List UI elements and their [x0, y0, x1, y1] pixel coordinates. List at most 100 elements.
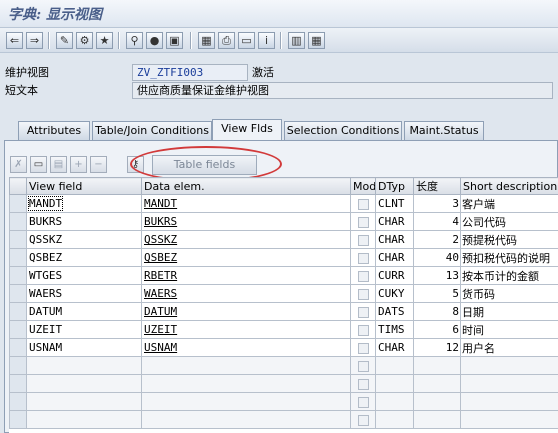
data-elem-cell[interactable]: [141, 356, 351, 375]
data-elem-cell[interactable]: [141, 392, 351, 411]
table-contents-icon[interactable]: ▦: [308, 32, 325, 49]
mod-checkbox-cell[interactable]: [350, 302, 376, 321]
tab-table-join-conditions[interactable]: Table/Join Conditions: [92, 121, 212, 140]
data-elem-cell[interactable]: QSBEZ: [141, 248, 351, 267]
activate-icon[interactable]: ★: [96, 32, 113, 49]
print-icon[interactable]: ⎙: [218, 32, 235, 49]
data-elem-cell[interactable]: [141, 374, 351, 393]
tab-attributes[interactable]: Attributes: [18, 121, 90, 140]
where-used-icon[interactable]: ⚲: [126, 32, 143, 49]
technical-settings-icon[interactable]: ▥: [288, 32, 305, 49]
data-elem-cell[interactable]: [141, 410, 351, 429]
col-header-data-elem[interactable]: Data elem.: [141, 177, 351, 195]
row-selector[interactable]: [9, 248, 27, 267]
data-elem-cell[interactable]: QSSKZ: [141, 230, 351, 249]
col-header-view-field[interactable]: View field: [26, 177, 142, 195]
table-row[interactable]: BUKRS BUKRS CHAR 4 公司代码: [9, 212, 558, 231]
paste-icon[interactable]: ▤: [50, 156, 67, 173]
row-selector[interactable]: [9, 284, 27, 303]
mod-checkbox[interactable]: [357, 198, 369, 210]
mod-checkbox[interactable]: [357, 306, 369, 318]
data-elem-cell[interactable]: UZEIT: [141, 320, 351, 339]
data-elem-cell[interactable]: MANDT: [141, 194, 351, 213]
col-header-mod[interactable]: Mod: [350, 177, 376, 195]
col-header-short-desc[interactable]: Short description: [460, 177, 558, 195]
mod-checkbox-cell[interactable]: [350, 212, 376, 231]
mod-checkbox[interactable]: [357, 234, 369, 246]
empty-table-row[interactable]: [9, 374, 558, 393]
table-row[interactable]: QSSKZ QSSKZ CHAR 2 预提税代码: [9, 230, 558, 249]
mod-checkbox-cell[interactable]: [350, 230, 376, 249]
mod-checkbox[interactable]: [357, 324, 369, 336]
mod-checkbox-cell[interactable]: [350, 194, 376, 213]
table-row[interactable]: UZEIT UZEIT TIMS 6 时间: [9, 320, 558, 339]
mod-checkbox-cell[interactable]: [350, 284, 376, 303]
row-selector[interactable]: [9, 212, 27, 231]
mod-checkbox-cell[interactable]: [350, 392, 376, 411]
row-selector[interactable]: [9, 266, 27, 285]
mod-checkbox[interactable]: [357, 288, 369, 300]
mod-checkbox[interactable]: [357, 378, 369, 390]
table-row[interactable]: WTGES RBETR CURR 13 按本币计的金额: [9, 266, 558, 285]
tab-view-flds[interactable]: View Flds: [212, 119, 282, 140]
data-elem-cell[interactable]: WAERS: [141, 284, 351, 303]
empty-table-row[interactable]: [9, 356, 558, 375]
row-selector[interactable]: [9, 392, 27, 411]
view-field-cell[interactable]: [26, 392, 142, 411]
view-field-cell[interactable]: [26, 356, 142, 375]
short-text-field[interactable]: 供应商质量保证金维护视图: [132, 82, 553, 99]
data-elem-cell[interactable]: USNAM: [141, 338, 351, 357]
mod-checkbox-cell[interactable]: [350, 266, 376, 285]
cut-icon[interactable]: ✗: [10, 156, 27, 173]
forward-arrow-icon[interactable]: ⇒: [26, 32, 43, 49]
table-row[interactable]: MANDT MANDT CLNT 3 客户端: [9, 194, 558, 213]
row-selector[interactable]: [9, 374, 27, 393]
view-field-cell[interactable]: [26, 410, 142, 429]
table-row[interactable]: USNAM USNAM CHAR 12 用户名: [9, 338, 558, 357]
mod-checkbox[interactable]: [357, 360, 369, 372]
view-field-cell[interactable]: WAERS: [26, 284, 142, 303]
row-selector[interactable]: [9, 338, 27, 357]
mod-checkbox[interactable]: [357, 252, 369, 264]
other-object-icon[interactable]: ✎: [56, 32, 73, 49]
mod-checkbox-cell[interactable]: [350, 320, 376, 339]
mod-checkbox[interactable]: [357, 396, 369, 408]
mod-checkbox[interactable]: [357, 216, 369, 228]
row-selector[interactable]: [9, 356, 27, 375]
mod-checkbox-cell[interactable]: [350, 374, 376, 393]
row-selector[interactable]: [9, 302, 27, 321]
data-elem-cell[interactable]: BUKRS: [141, 212, 351, 231]
mod-checkbox[interactable]: [357, 270, 369, 282]
table-row[interactable]: DATUM DATUM DATS 8 日期: [9, 302, 558, 321]
table-fields-button[interactable]: Table fields: [152, 155, 257, 175]
mod-checkbox-cell[interactable]: [350, 410, 376, 429]
view-field-cell[interactable]: [26, 374, 142, 393]
row-selector[interactable]: [9, 320, 27, 339]
tab-maint-status[interactable]: Maint.Status: [404, 121, 484, 140]
data-elem-cell[interactable]: RBETR: [141, 266, 351, 285]
tab-selection-conditions[interactable]: Selection Conditions: [284, 121, 402, 140]
copy-icon[interactable]: ▭: [30, 156, 47, 173]
select-all-header[interactable]: [9, 177, 27, 195]
where-used-key-icon[interactable]: ⚷: [127, 156, 144, 173]
view-field-cell[interactable]: UZEIT: [26, 320, 142, 339]
display-object-icon[interactable]: ▭: [238, 32, 255, 49]
col-header-dtyp[interactable]: DTyp: [375, 177, 414, 195]
data-elem-cell[interactable]: DATUM: [141, 302, 351, 321]
view-field-cell[interactable]: DATUM: [26, 302, 142, 321]
row-selector[interactable]: [9, 194, 27, 213]
mod-checkbox-cell[interactable]: [350, 338, 376, 357]
delete-row-icon[interactable]: −: [90, 156, 107, 173]
view-field-cell[interactable]: QSBEZ: [26, 248, 142, 267]
empty-table-row[interactable]: [9, 410, 558, 429]
mod-checkbox[interactable]: [357, 342, 369, 354]
mod-checkbox[interactable]: [357, 414, 369, 426]
hierarchy-icon[interactable]: ▦: [198, 32, 215, 49]
view-field-cell[interactable]: MANDT: [26, 194, 142, 213]
display-change-icon[interactable]: ⚙: [76, 32, 93, 49]
row-selector[interactable]: [9, 410, 27, 429]
empty-table-row[interactable]: [9, 392, 558, 411]
info-icon[interactable]: i: [258, 32, 275, 49]
col-header-length[interactable]: 长度: [413, 177, 461, 195]
insert-row-icon[interactable]: +: [70, 156, 87, 173]
